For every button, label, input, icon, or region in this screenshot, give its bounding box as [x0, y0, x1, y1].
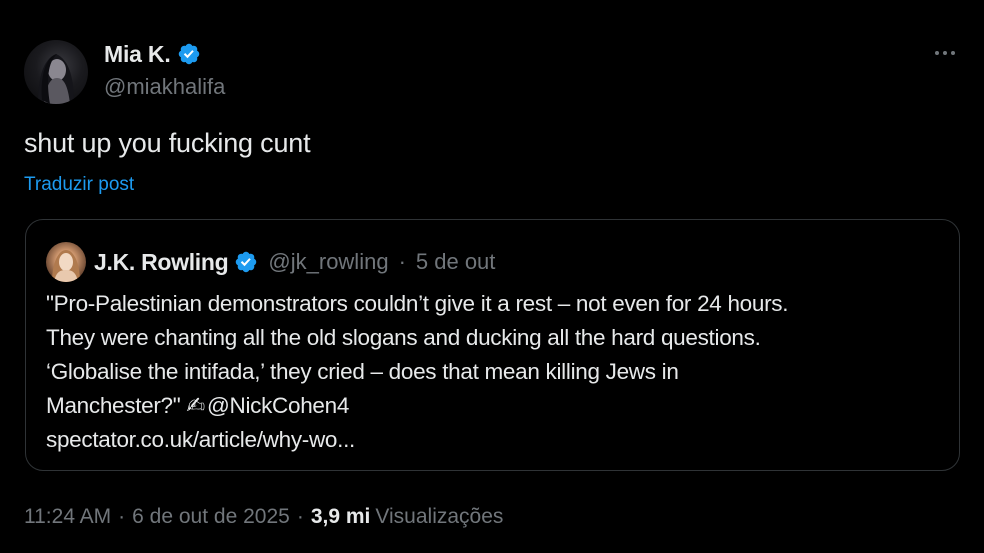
quoted-post-card[interactable]: J.K. Rowling @jk_rowling · 5 de out "Pro…	[25, 219, 960, 471]
mention-link: @NickCohen4	[206, 393, 350, 418]
meta-separator: ·	[118, 505, 126, 528]
post-metadata: 11:24 AM · 6 de out de 2025 · 3,9 mi Vis…	[24, 505, 503, 529]
author-name-row[interactable]: Mia K.	[104, 40, 201, 68]
meta-separator: ·	[296, 505, 304, 528]
more-options-button[interactable]	[928, 42, 962, 64]
views-label: Visualizações	[375, 505, 504, 528]
post-text: shut up you fucking cunt	[24, 128, 311, 158]
quoted-author-handle[interactable]: @jk_rowling	[268, 249, 388, 275]
quoted-author-display-name[interactable]: J.K. Rowling	[94, 249, 229, 276]
quoted-text-segment: Manchester?"	[46, 393, 187, 418]
quoted-text-line: "Pro-Palestinian demonstrators couldn’t …	[46, 291, 789, 316]
views-count: 3,9 mi	[310, 505, 371, 528]
verified-badge-icon	[178, 43, 199, 65]
ellipsis-icon	[935, 51, 939, 55]
tweet: Mia K. @miakhalifa shut up you fucking c…	[0, 0, 984, 553]
writing-hand-icon: ✍	[186, 393, 205, 418]
meta-separator: ·	[398, 249, 406, 274]
author-avatar[interactable]	[24, 40, 88, 104]
quoted-text-line: Manchester?" ✍@NickCohen4	[46, 389, 946, 423]
quoted-post-date[interactable]: 5 de out	[416, 249, 496, 275]
profile-photo-icon	[38, 54, 74, 104]
article-link: spectator.co.uk/article/why-wo...	[46, 427, 355, 452]
author-handle[interactable]: @miakhalifa	[104, 74, 225, 100]
quoted-author-avatar[interactable]	[46, 242, 86, 282]
author-display-name[interactable]: Mia K.	[104, 41, 171, 68]
translate-post-link[interactable]: Traduzir post	[24, 174, 134, 196]
verified-badge-icon	[236, 251, 257, 273]
quoted-text-line: They were chanting all the old slogans a…	[46, 325, 761, 350]
post-date[interactable]: 6 de out de 2025	[132, 505, 290, 529]
quoted-post-text: "Pro-Palestinian demonstrators couldn’t …	[46, 287, 946, 457]
profile-photo-icon	[52, 250, 80, 282]
quoted-text-line: ‘Globalise the intifada,’ they cried – d…	[46, 359, 679, 384]
post-time[interactable]: 11:24 AM	[24, 505, 111, 529]
quoted-author-row[interactable]: J.K. Rowling @jk_rowling · 5 de out	[94, 248, 495, 276]
